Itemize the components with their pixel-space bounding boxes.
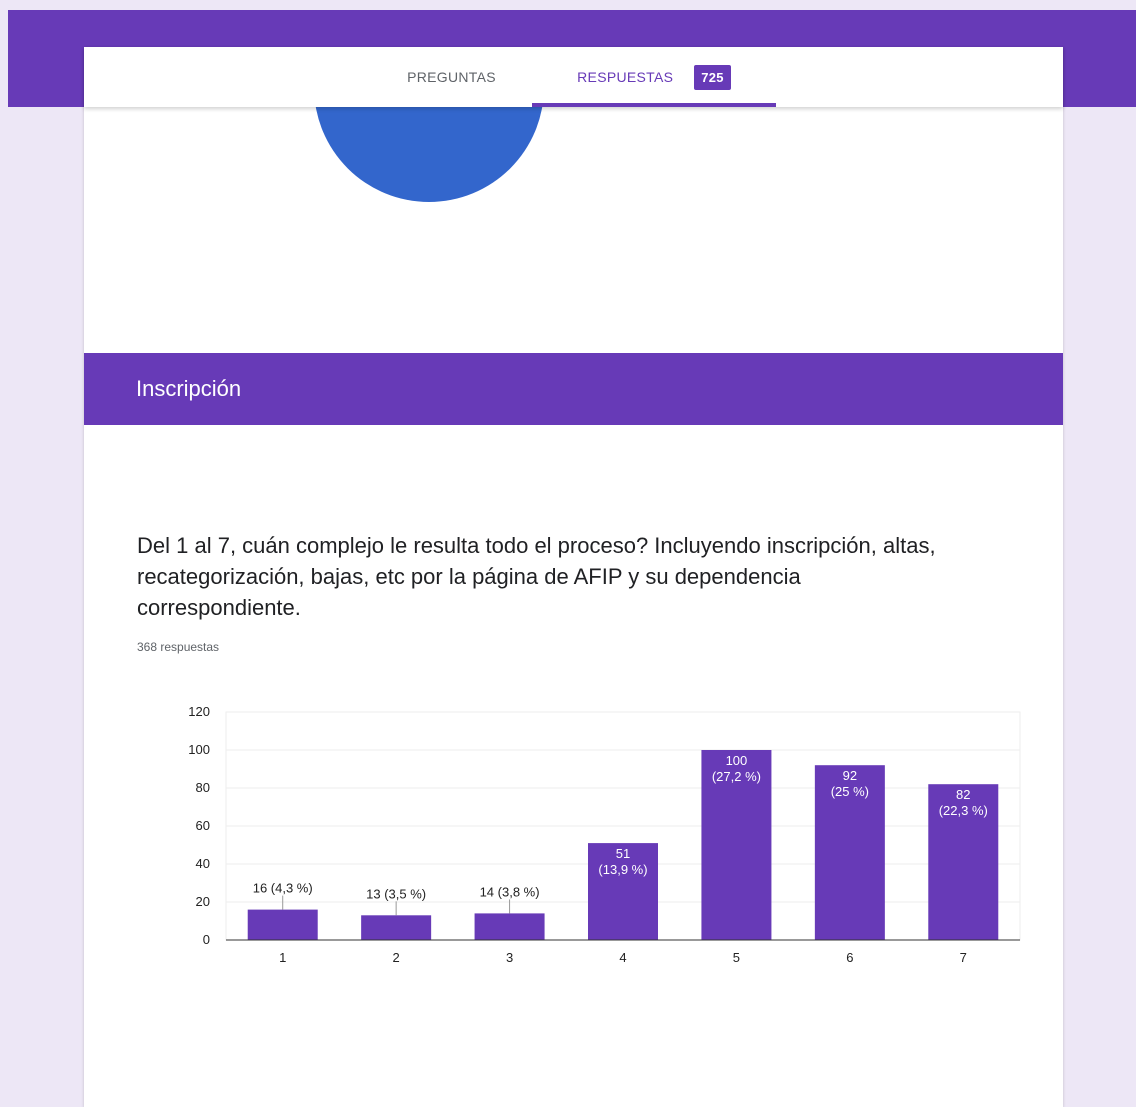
section-title: Inscripción [136,376,242,401]
tab-bar: PREGUNTAS RESPUESTAS 725 [84,47,1063,107]
question-title: Del 1 al 7, cuán complejo le resulta tod… [137,533,936,620]
data-label: 16 (4,3 %) [253,881,313,896]
data-label: 100 [726,753,748,768]
data-label: 82 [956,787,970,802]
y-tick-label: 100 [188,742,210,757]
y-tick-label: 20 [196,894,210,909]
data-label: 13 (3,5 %) [366,886,426,901]
section-header: Inscripción [84,353,1063,425]
bar [247,909,318,940]
bar-chart: 0 20 40 60 80 100 120 1 16 (4,3 %) 2 13 (3,5 %) 3 14… [188,704,1021,965]
tab-responses[interactable]: RESPUESTAS 725 [532,47,776,107]
response-count: 368 respuestas [137,640,220,654]
data-label: 92 [843,768,857,783]
x-tick-label: 2 [393,950,400,965]
y-tick-label: 120 [188,704,210,719]
x-tick-label: 5 [733,950,740,965]
bar [474,913,545,940]
tab-questions-label: PREGUNTAS [407,69,496,85]
tab-questions[interactable]: PREGUNTAS [389,47,514,107]
x-tick-label: 1 [279,950,286,965]
y-tick-label: 40 [196,856,210,871]
y-tick-label: 80 [196,780,210,795]
x-tick-label: 4 [619,950,626,965]
data-label: (25 %) [831,784,869,799]
data-label: (13,9 %) [598,862,647,877]
tab-responses-label: RESPUESTAS [577,69,674,85]
data-label: (27,2 %) [712,769,761,784]
data-label: (22,3 %) [939,803,988,818]
x-tick-label: 6 [846,950,853,965]
data-label: 51 [616,846,630,861]
x-tick-label: 3 [506,950,513,965]
active-tab-indicator [532,103,776,107]
data-label: 14 (3,8 %) [480,884,540,899]
responses-count-badge: 725 [694,64,731,90]
bar [361,915,432,940]
y-tick-label: 60 [196,818,210,833]
x-tick-label: 7 [960,950,967,965]
y-tick-label: 0 [203,932,210,947]
